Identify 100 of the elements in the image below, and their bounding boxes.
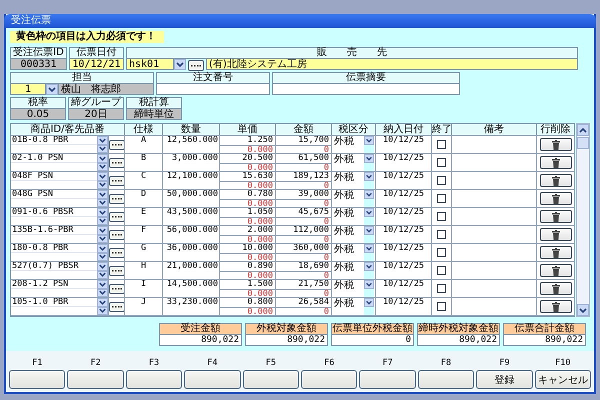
delete-row-button[interactable]	[540, 156, 572, 169]
amount-field[interactable]: 0	[276, 236, 331, 243]
date-field[interactable]: 10/12/25	[376, 190, 431, 207]
delete-row-button[interactable]	[540, 210, 572, 223]
function-button[interactable]	[184, 370, 241, 389]
product-field[interactable]: 091-0.6 PBSR	[11, 208, 97, 216]
checkbox[interactable]	[437, 194, 446, 203]
checkbox[interactable]	[437, 158, 446, 167]
price-field[interactable]: 0.000	[220, 236, 275, 243]
dropdown-button[interactable]	[364, 262, 374, 271]
price-field[interactable]: 0.000	[220, 182, 275, 189]
amount-field[interactable]: 112,000	[276, 226, 331, 236]
price-field[interactable]: 0.780	[220, 190, 275, 200]
ellipsis-button[interactable]	[109, 266, 124, 276]
product-field[interactable]: 048G PSN	[11, 190, 97, 198]
price-field[interactable]: 0.000	[220, 146, 275, 153]
delete-row-button[interactable]	[540, 300, 572, 313]
customer-code-field[interactable]: hsk01	[126, 59, 174, 70]
date-field[interactable]: 10/12/25	[376, 298, 431, 315]
delete-row-button[interactable]	[540, 174, 572, 187]
dropdown-button[interactable]	[97, 190, 108, 198]
amount-field[interactable]: 0	[276, 146, 331, 153]
price-field[interactable]: 20.500	[220, 154, 275, 164]
ellipsis-button[interactable]	[109, 158, 124, 168]
amount-field[interactable]: 0	[276, 200, 331, 207]
amount-field[interactable]: 0	[276, 290, 331, 297]
tax-field[interactable]: 外税	[332, 226, 364, 243]
checkbox[interactable]	[437, 302, 446, 311]
delete-row-button[interactable]	[540, 228, 572, 241]
tax-field[interactable]: 外税	[332, 172, 364, 189]
price-field[interactable]: 2.000	[220, 226, 275, 236]
ellipsis-button[interactable]	[109, 140, 124, 150]
checkbox[interactable]	[437, 248, 446, 257]
checkbox[interactable]	[437, 266, 446, 275]
date-field[interactable]: 10/12/25	[376, 208, 431, 225]
product-field[interactable]: 105-1.0 PBR	[11, 298, 97, 306]
function-button[interactable]	[359, 370, 416, 389]
dropdown-button[interactable]	[97, 226, 108, 234]
product-field[interactable]: 208-1.2 PSN	[11, 280, 97, 288]
dropdown-button[interactable]	[97, 298, 108, 306]
checkbox[interactable]	[437, 176, 446, 185]
dropdown-button[interactable]	[97, 136, 108, 144]
product-field[interactable]: 180-0.8 PBR	[11, 244, 97, 252]
function-button[interactable]	[418, 370, 474, 389]
tax-field[interactable]: 外税	[332, 298, 364, 315]
dropdown-button[interactable]	[364, 280, 374, 289]
product-field[interactable]: 01B-0.8 PBR	[11, 136, 97, 144]
ellipsis-button[interactable]	[109, 230, 124, 240]
amount-field[interactable]: 189,123	[276, 172, 331, 182]
delete-row-button[interactable]	[540, 192, 572, 205]
function-button[interactable]	[9, 370, 66, 389]
summary-field[interactable]	[272, 84, 460, 95]
scroll-up-button[interactable]	[577, 124, 589, 136]
function-button[interactable]	[301, 370, 358, 389]
tax-field[interactable]: 外税	[332, 208, 364, 225]
checkbox[interactable]	[437, 230, 446, 239]
date-field[interactable]: 10/12/25	[376, 244, 431, 261]
checkbox[interactable]	[437, 212, 446, 221]
date-field[interactable]: 10/12/25	[376, 280, 431, 297]
tax-field[interactable]: 外税	[332, 136, 364, 153]
product-field[interactable]: 135B-1.6-PBR	[11, 226, 97, 234]
amount-field[interactable]: 0	[276, 272, 331, 279]
tax-field[interactable]: 外税	[332, 154, 364, 171]
price-field[interactable]: 15.630	[220, 172, 275, 182]
dropdown-button[interactable]	[364, 208, 374, 217]
tax-field[interactable]: 外税	[332, 244, 364, 261]
order-number-field[interactable]	[156, 84, 270, 95]
dropdown-button[interactable]	[97, 172, 108, 180]
function-button[interactable]: キャンセル	[534, 370, 592, 389]
ellipsis-button[interactable]	[188, 60, 204, 71]
dropdown-button[interactable]	[46, 84, 58, 95]
customer-name-field[interactable]: (有)北陸システム工房	[206, 59, 578, 70]
amount-field[interactable]: 360,000	[276, 244, 331, 254]
staff-code-field[interactable]: 1	[10, 84, 46, 95]
dropdown-button[interactable]	[97, 208, 108, 216]
delete-row-button[interactable]	[540, 264, 572, 277]
amount-field[interactable]: 26,584	[276, 298, 331, 308]
amount-field[interactable]: 39,000	[276, 190, 331, 200]
function-button[interactable]	[242, 370, 300, 389]
ellipsis-button[interactable]	[109, 194, 124, 204]
price-field[interactable]: 0.000	[220, 200, 275, 207]
price-field[interactable]: 0.000	[220, 254, 275, 261]
ellipsis-button[interactable]	[109, 302, 124, 312]
dropdown-button[interactable]	[364, 226, 374, 235]
amount-field[interactable]: 0	[276, 218, 331, 225]
price-field[interactable]: 0.890	[220, 262, 275, 272]
scrollbar[interactable]	[576, 123, 590, 317]
amount-field[interactable]: 0	[276, 182, 331, 189]
tax-field[interactable]: 外税	[332, 262, 364, 279]
product-field[interactable]: 048F PSN	[11, 172, 97, 180]
amount-field[interactable]: 61,500	[276, 154, 331, 164]
product-field[interactable]: 02-1.0 PSN	[11, 154, 97, 162]
amount-field[interactable]: 15,700	[276, 136, 331, 146]
price-field[interactable]: 10.000	[220, 244, 275, 254]
dropdown-button[interactable]	[174, 59, 186, 70]
checkbox[interactable]	[437, 284, 446, 293]
amount-field[interactable]: 21,750	[276, 280, 331, 290]
amount-field[interactable]: 45,675	[276, 208, 331, 218]
function-button[interactable]	[126, 370, 182, 389]
ellipsis-button[interactable]	[109, 248, 124, 258]
